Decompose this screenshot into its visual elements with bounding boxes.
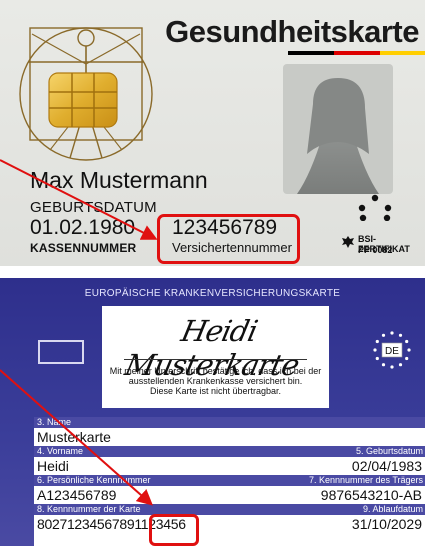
signature-note-line: Diese Karte ist nicht übertragbar.	[149, 386, 282, 396]
expiry-label: 9. Ablaufdatum	[362, 504, 423, 514]
german-flag-stripe	[288, 51, 425, 55]
firstname-value: Heidi	[37, 458, 69, 474]
name-value: Musterkarte	[37, 429, 111, 445]
firstname-label: 4. Vorname	[37, 446, 84, 456]
signature-note-line: Mit meiner Unterschrift bestätige ich, d…	[109, 366, 322, 376]
card-number-highlight	[149, 514, 199, 546]
insurance-number-value: 123456789	[172, 216, 278, 239]
signature-line	[124, 359, 307, 360]
dob-value-back: 02/04/1983	[351, 458, 422, 474]
name-label: 3. Name	[37, 417, 72, 427]
insurance-number-label: Versichertennummer	[172, 240, 292, 255]
smartcard-chip-icon	[48, 72, 118, 128]
health-card-front: Gesundheitskarte Max Mustermann GEBURTSD…	[0, 0, 425, 266]
card-title: Gesundheitskarte	[165, 14, 419, 49]
bsi-certificate-number: PP 0082	[358, 245, 393, 255]
flag-red-band	[334, 51, 380, 55]
institution-id-label: 7. Kennnummer des Trägers	[308, 475, 423, 485]
country-code: DE	[385, 346, 399, 357]
flag-black-band	[288, 51, 334, 55]
expiry-value: 31/10/2029	[351, 516, 422, 532]
holder-name: Max Mustermann	[30, 167, 208, 193]
dob-label: GEBURTSDATUM	[30, 199, 157, 216]
eu-stars-icon: DE	[373, 331, 411, 369]
eagle-icon	[342, 236, 354, 248]
institution-id-value: 9876543210-AB	[320, 487, 422, 503]
field-label-strip	[34, 417, 425, 428]
personal-id-value: A123456789	[37, 487, 117, 503]
person-silhouette-icon	[297, 78, 379, 194]
card-hologram-box	[38, 340, 84, 364]
signature-panel: Heidi Musterkarte Mit meiner Unterschrif…	[102, 306, 329, 408]
personal-id-label: 6. Persönliche Kennnummer	[37, 475, 151, 485]
dob-value: 01.02.1980	[30, 216, 136, 239]
flag-gold-band	[380, 51, 425, 55]
card-number-label: 8. Kennnummer der Karte	[37, 504, 141, 514]
card-number-prefix: 80271234567891	[37, 516, 141, 532]
braille-dots	[358, 194, 392, 221]
photo-placeholder	[283, 64, 393, 194]
ehic-fields-panel: 3. Name Musterkarte 4. Vorname 5. Geburt…	[34, 417, 425, 546]
kassennummer-label: KASSENNUMMER	[30, 241, 137, 255]
ehic-title: EUROPÄISCHE KRANKENVERSICHERUNGSKARTE	[84, 288, 341, 299]
ehic-card-back: EUROPÄISCHE KRANKENVERSICHERUNGSKARTE He…	[0, 278, 425, 546]
dob-label-back: 5. Geburtsdatum	[355, 446, 423, 456]
signature-note-line: ausstellenden Krankenkasse versichert bi…	[128, 376, 303, 386]
signature-note: Mit meiner Unterschrift bestätige ich, d…	[108, 366, 323, 396]
